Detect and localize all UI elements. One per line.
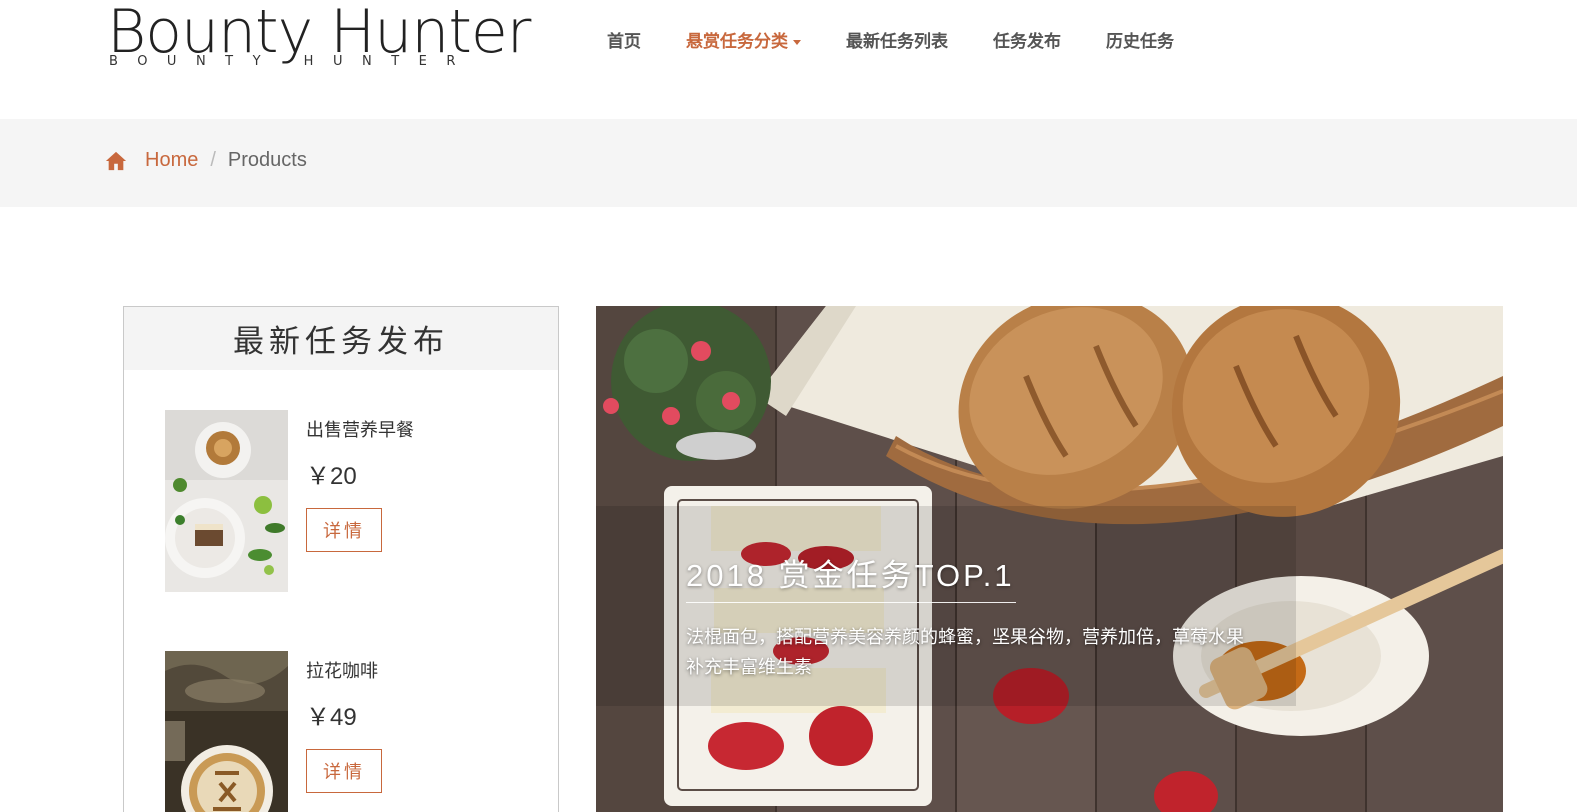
breakfast-thumbnail[interactable] [165, 410, 288, 592]
breadcrumb-bar: Home / Products [0, 119, 1577, 207]
breadcrumb-separator: / [210, 149, 216, 171]
item-title[interactable]: 出售营养早餐 [306, 416, 414, 442]
hero-title: 2018 赏金任务TOP.1 [686, 558, 1015, 593]
item-price: ￥49 [306, 704, 357, 731]
main-nav: 首页 悬赏任务分类 最新任务列表 任务发布 历史任务 [607, 30, 1219, 54]
breadcrumb: Home / Products [105, 149, 307, 172]
home-icon[interactable] [105, 150, 127, 172]
nav-item-publish-task[interactable]: 任务发布 [993, 30, 1061, 54]
panel-title: 最新任务发布 [124, 307, 558, 370]
latte-thumbnail[interactable] [165, 651, 288, 812]
nav-item-latest-tasks[interactable]: 最新任务列表 [846, 30, 948, 54]
site-header: Bounty Hunter BOUNTY HUNTER 首页 悬赏任务分类 最新… [0, 0, 1577, 119]
featured-task-banner[interactable]: 2018 赏金任务TOP.1 法棍面包，搭配营养美容养颜的蜂蜜，坚果谷物，营养加… [596, 306, 1503, 812]
item-price: ￥20 [306, 463, 357, 490]
hero-divider [686, 602, 1016, 603]
caret-down-icon [793, 40, 801, 46]
nav-item-label: 悬赏任务分类 [686, 32, 788, 51]
hero-description: 法棍面包，搭配营养美容养颜的蜂蜜，坚果谷物，营养加倍，草莓水果补充丰富维生素 [686, 627, 1244, 677]
details-button[interactable]: 详情 [306, 749, 382, 793]
breadcrumb-home-link[interactable]: Home [145, 149, 198, 172]
nav-item-history-tasks[interactable]: 历史任务 [1106, 30, 1174, 54]
details-button[interactable]: 详情 [306, 508, 382, 552]
site-logo[interactable]: Bounty Hunter BOUNTY HUNTER [107, 0, 531, 69]
breadcrumb-current: Products [227, 149, 307, 171]
latest-tasks-panel: 最新任务发布 出售营养早餐 ￥20 详情 拉花咖啡 ￥49 详情 [123, 306, 559, 812]
nav-item-bounty-categories[interactable]: 悬赏任务分类 [686, 30, 801, 54]
logo-subtitle: BOUNTY HUNTER [109, 54, 475, 69]
item-title[interactable]: 拉花咖啡 [306, 657, 378, 683]
nav-item-home[interactable]: 首页 [607, 30, 641, 54]
